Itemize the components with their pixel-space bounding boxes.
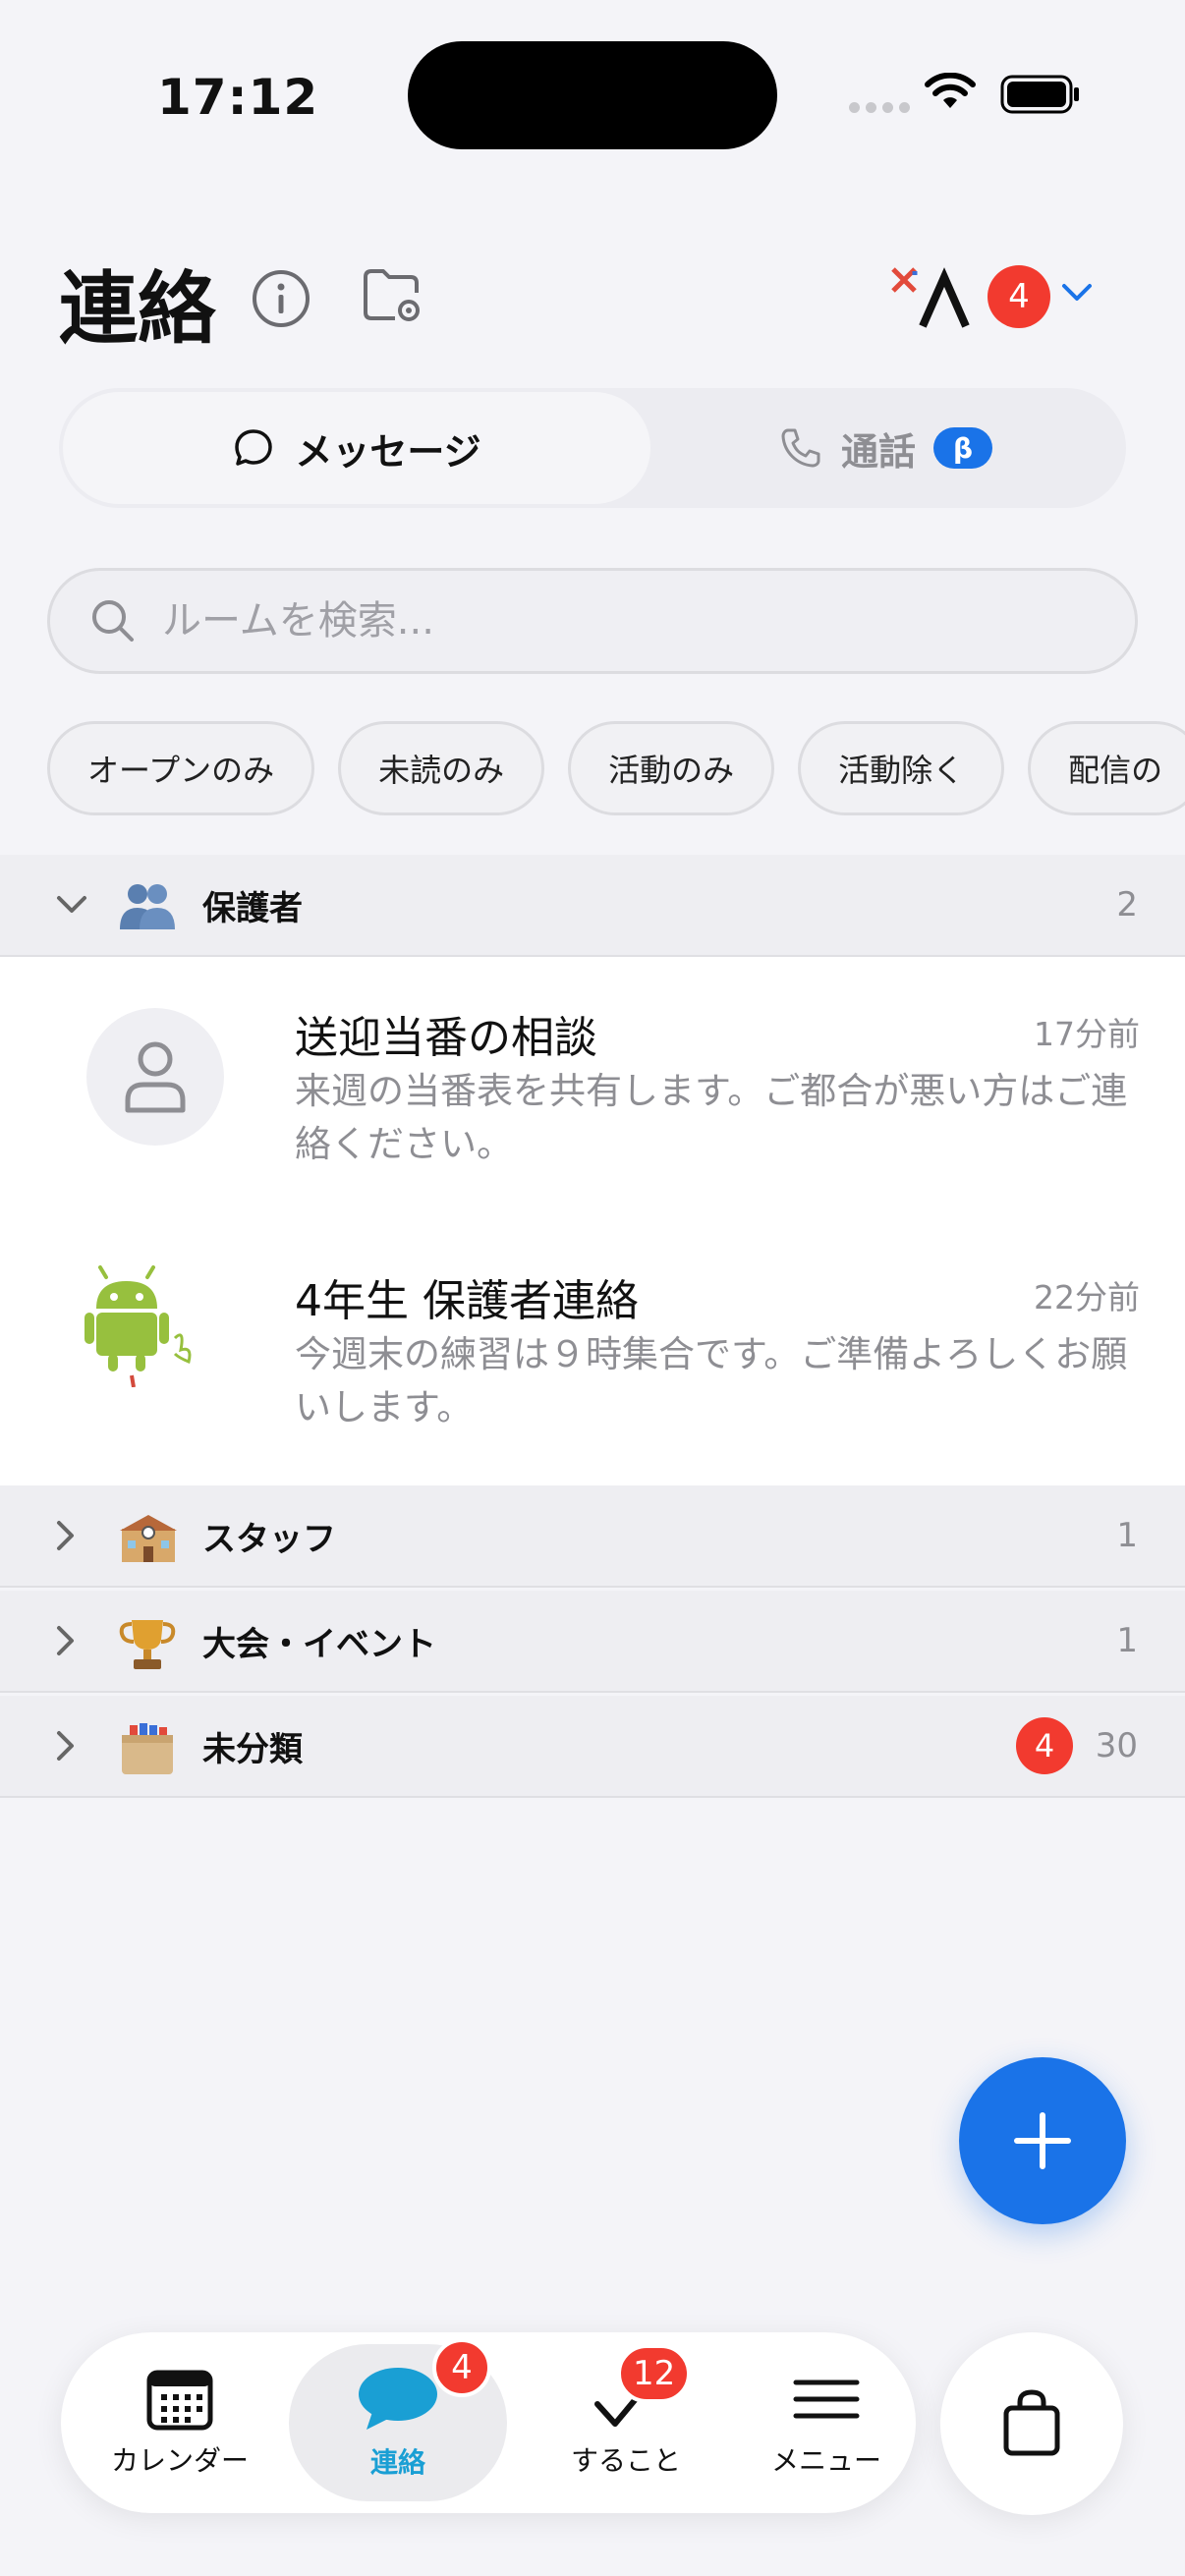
chat-room-item[interactable]: 4年生 保護者連絡 22分前 今週末の練習は９時集合です。ご準備よろしくお願いし… xyxy=(0,1220,1185,1484)
tab-contact-badge: 4 xyxy=(432,2338,491,2397)
chat-bubble-icon xyxy=(235,429,273,466)
info-icon[interactable] xyxy=(251,268,311,329)
wifi-icon xyxy=(925,73,976,108)
battery-icon xyxy=(1000,75,1079,114)
messages-calls-toggle: メッセージ 通話 β xyxy=(59,388,1126,508)
group-count: 1 xyxy=(1116,1516,1138,1555)
avatar xyxy=(86,1008,224,1146)
chat-list: 送迎当番の相談 17分前 来週の当番表を共有します。ご都合が悪い方はご連絡くださ… xyxy=(0,957,1185,1485)
group-label: 保護者 xyxy=(202,888,303,928)
filter-chip-activity-only[interactable]: 活動のみ xyxy=(568,721,775,815)
shopping-bag-icon xyxy=(1003,2389,1060,2456)
status-time: 17:12 xyxy=(157,69,319,126)
group-header-events[interactable]: 大会・イベント 1 xyxy=(0,1591,1185,1693)
app-logo-icon[interactable] xyxy=(889,263,978,332)
chat-room-item[interactable]: 送迎当番の相談 17分前 来週の当番表を共有します。ご都合が悪い方はご連絡くださ… xyxy=(0,957,1185,1220)
tab-menu-label: メニュー xyxy=(770,2444,881,2477)
group-label: 大会・イベント xyxy=(202,1624,436,1664)
filter-chip-broadcast[interactable]: 配信の xyxy=(1028,721,1185,815)
chat-time: 17分前 xyxy=(1034,1015,1140,1053)
group-header-uncategorized[interactable]: 未分類 4 30 xyxy=(0,1696,1185,1798)
tab-contact[interactable]: 連絡 4 xyxy=(289,2338,507,2501)
filter-chip-unread-only[interactable]: 未読のみ xyxy=(338,721,545,815)
folder-settings-icon[interactable] xyxy=(362,265,426,326)
plus-icon xyxy=(1014,2112,1071,2169)
tab-calendar[interactable]: カレンダー xyxy=(79,2332,281,2513)
person-icon xyxy=(125,1041,186,1113)
page-header: 連絡 4 xyxy=(0,226,1185,364)
new-room-button[interactable] xyxy=(959,2057,1126,2224)
calendar-icon xyxy=(146,2370,213,2431)
chevron-right-icon xyxy=(57,1731,74,1761)
tab-menu[interactable]: メニュー xyxy=(725,2332,928,2513)
search-icon xyxy=(92,600,134,642)
beta-badge: β xyxy=(933,427,992,469)
android-avatar-icon xyxy=(85,1265,192,1387)
unread-badge: 4 xyxy=(1016,1717,1073,1774)
status-bar: 17:12 xyxy=(0,0,1185,196)
notification-badge[interactable]: 4 xyxy=(988,265,1050,328)
tab-contact-label: 連絡 xyxy=(369,2446,425,2479)
tab-todo-label: すること xyxy=(570,2444,681,2477)
chat-time: 22分前 xyxy=(1034,1278,1140,1316)
group-count: 2 xyxy=(1116,885,1138,924)
chevron-down-icon[interactable] xyxy=(1061,282,1093,304)
tab-calls-label: 通話 xyxy=(840,429,916,474)
group-count: 30 xyxy=(1095,1726,1138,1765)
chevron-down-icon xyxy=(57,896,86,913)
chat-title: 送迎当番の相談 xyxy=(295,1013,597,1063)
chevron-right-icon xyxy=(57,1626,74,1655)
tab-calls[interactable]: 通話 β xyxy=(649,392,1122,504)
group-header-parents[interactable]: 保護者 2 xyxy=(0,855,1185,957)
room-search-bar[interactable] xyxy=(47,568,1138,674)
filter-chip-exclude-activity[interactable]: 活動除く xyxy=(798,721,1005,815)
tab-messages-label: メッセージ xyxy=(295,429,481,474)
tab-todo-badge: 12 xyxy=(617,2344,692,2403)
chat-preview: 来週の当番表を共有します。ご都合が悪い方はご連絡ください。 xyxy=(295,1070,1128,1165)
group-label: スタッフ xyxy=(202,1519,336,1559)
page-title: 連絡 xyxy=(59,263,216,355)
filter-chips: オープンのみ 未読のみ 活動のみ 活動除く 配信の xyxy=(47,721,1185,817)
cellular-signal-icon xyxy=(849,102,910,113)
filter-chip-open-only[interactable]: オープンのみ xyxy=(47,721,315,815)
group-count: 1 xyxy=(1116,1621,1138,1660)
room-search-input[interactable] xyxy=(162,598,1046,644)
chevron-right-icon xyxy=(57,1521,74,1550)
group-label: 未分類 xyxy=(202,1729,303,1769)
file-box-icon xyxy=(118,1721,177,1780)
tab-messages[interactable]: メッセージ xyxy=(63,392,650,504)
chat-preview: 今週末の練習は９時集合です。ご準備よろしくお願いします。 xyxy=(295,1333,1128,1428)
school-icon xyxy=(118,1511,179,1568)
parents-group-icon xyxy=(118,880,177,935)
trophy-icon xyxy=(118,1616,177,1675)
chat-bubble-icon xyxy=(359,2368,437,2430)
menu-icon xyxy=(793,2380,860,2419)
phone-icon xyxy=(781,428,820,468)
dynamic-island xyxy=(408,41,777,149)
group-header-staff[interactable]: スタッフ 1 xyxy=(0,1485,1185,1588)
bottom-tab-bar: カレンダー 連絡 4 すること 12 メニュー xyxy=(61,2332,916,2513)
chat-title: 4年生 保護者連絡 xyxy=(295,1276,639,1326)
tab-calendar-label: カレンダー xyxy=(110,2444,249,2477)
shop-button[interactable] xyxy=(940,2332,1123,2515)
tab-todo[interactable]: すること 12 xyxy=(525,2332,727,2513)
